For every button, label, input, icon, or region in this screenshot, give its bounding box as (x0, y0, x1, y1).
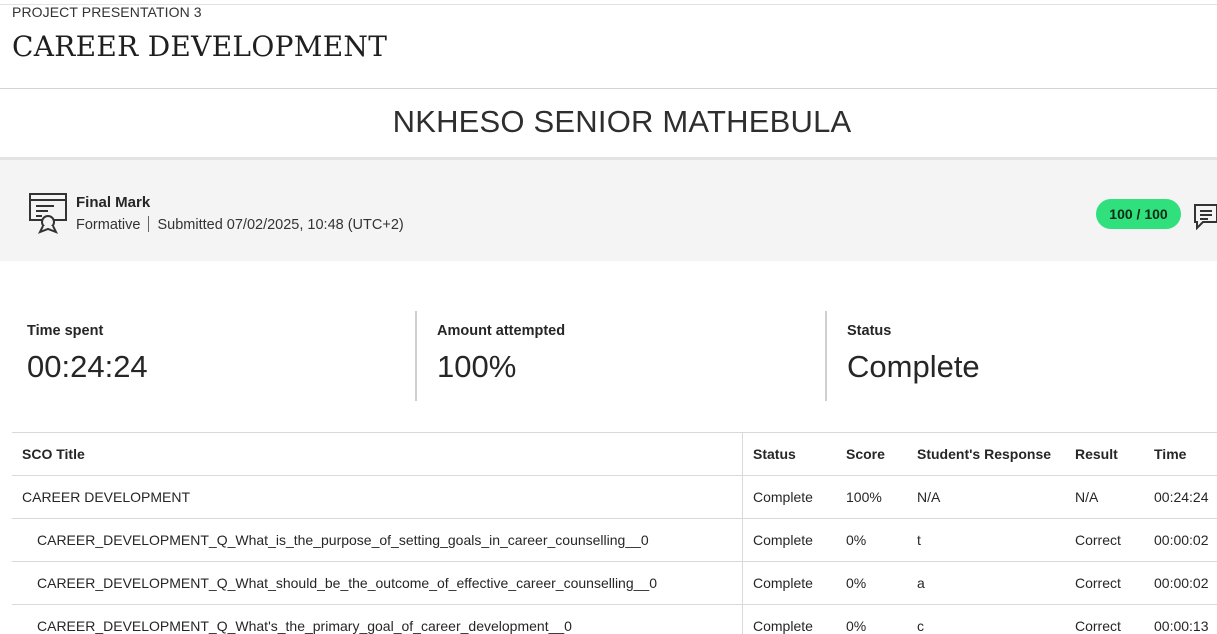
sco-result: Correct (1075, 618, 1121, 634)
submitted-date: Submitted 07/02/2025, 10:48 (UTC+2) (157, 217, 404, 233)
sco-score: 100% (846, 489, 882, 505)
sco-status: Complete (753, 532, 813, 548)
page-title: CAREER DEVELOPMENT (12, 30, 388, 63)
sco-response: c (917, 618, 924, 634)
sco-result: Correct (1075, 575, 1121, 591)
sco-score: 0% (846, 575, 867, 591)
sco-result: N/A (1075, 489, 1099, 505)
submission-meta: Formative Submitted 07/02/2025, 10:48 (UT… (76, 216, 404, 233)
sco-time: 00:00:13 (1154, 618, 1209, 634)
header-result[interactable]: Result (1075, 433, 1118, 475)
assessment-type: Formative (76, 217, 141, 233)
sco-score: 0% (846, 532, 867, 548)
sco-status: Complete (753, 489, 813, 505)
stat-label: Time spent (27, 323, 104, 339)
sco-results-table: SCO Title Status Score Student's Respons… (12, 432, 1217, 634)
sco-title: CAREER_DEVELOPMENT_Q_What_is_the_purpose… (37, 532, 649, 548)
table-header-row: SCO Title Status Score Student's Respons… (12, 432, 1217, 476)
breadcrumb[interactable]: PROJECT PRESENTATION 3 (12, 4, 202, 20)
column-divider (742, 433, 743, 475)
stat-status: Status Complete (847, 311, 1207, 401)
sco-response: N/A (917, 489, 941, 505)
sco-title: CAREER_DEVELOPMENT_Q_What_should_be_the_… (37, 575, 657, 591)
final-mark-panel: Final Mark Formative Submitted 07/02/2025… (0, 157, 1217, 261)
sco-time: 00:00:02 (1154, 575, 1209, 591)
header-status[interactable]: Status (753, 433, 796, 475)
stat-value: Complete (847, 349, 980, 384)
header-sco-title[interactable]: SCO Title (22, 433, 85, 475)
stat-value: 100% (437, 349, 517, 384)
column-divider (742, 605, 743, 634)
header-response[interactable]: Student's Response (917, 433, 1051, 475)
stat-divider (825, 311, 827, 401)
stat-amount-attempted: Amount attempted 100% (437, 311, 817, 401)
comment-icon[interactable] (1193, 202, 1217, 230)
stat-label: Status (847, 323, 892, 339)
column-divider (742, 519, 743, 561)
sco-title: CAREER DEVELOPMENT (22, 489, 191, 505)
sco-status: Complete (753, 575, 813, 591)
certificate-icon (29, 193, 67, 234)
table-row[interactable]: CAREER DEVELOPMENT Complete 100% N/A N/A… (12, 476, 1217, 519)
sco-status: Complete (753, 618, 813, 634)
sco-result: Correct (1075, 532, 1121, 548)
sco-time: 00:00:02 (1154, 532, 1209, 548)
stat-value: 00:24:24 (27, 349, 148, 384)
table-row[interactable]: CAREER_DEVELOPMENT_Q_What_is_the_purpose… (12, 519, 1217, 562)
sco-response: t (917, 532, 921, 548)
sco-time: 00:24:24 (1154, 489, 1209, 505)
column-divider (742, 562, 743, 604)
score-badge: 100 / 100 (1096, 199, 1181, 229)
header-score[interactable]: Score (846, 433, 885, 475)
student-name: NKHESO SENIOR MATHEBULA (392, 104, 852, 139)
stat-divider (415, 311, 417, 401)
table-row[interactable]: CAREER_DEVELOPMENT_Q_What's_the_primary_… (12, 605, 1217, 634)
stat-time-spent: Time spent 00:24:24 (27, 311, 407, 401)
sco-score: 0% (846, 618, 867, 634)
sco-title: CAREER_DEVELOPMENT_Q_What's_the_primary_… (37, 618, 572, 634)
meta-separator (148, 216, 150, 232)
header-time[interactable]: Time (1154, 433, 1186, 475)
column-divider (742, 476, 743, 518)
table-row[interactable]: CAREER_DEVELOPMENT_Q_What_should_be_the_… (12, 562, 1217, 605)
stat-label: Amount attempted (437, 323, 566, 339)
title-divider (0, 88, 1217, 89)
sco-response: a (917, 575, 925, 591)
final-mark-label: Final Mark (76, 194, 151, 211)
